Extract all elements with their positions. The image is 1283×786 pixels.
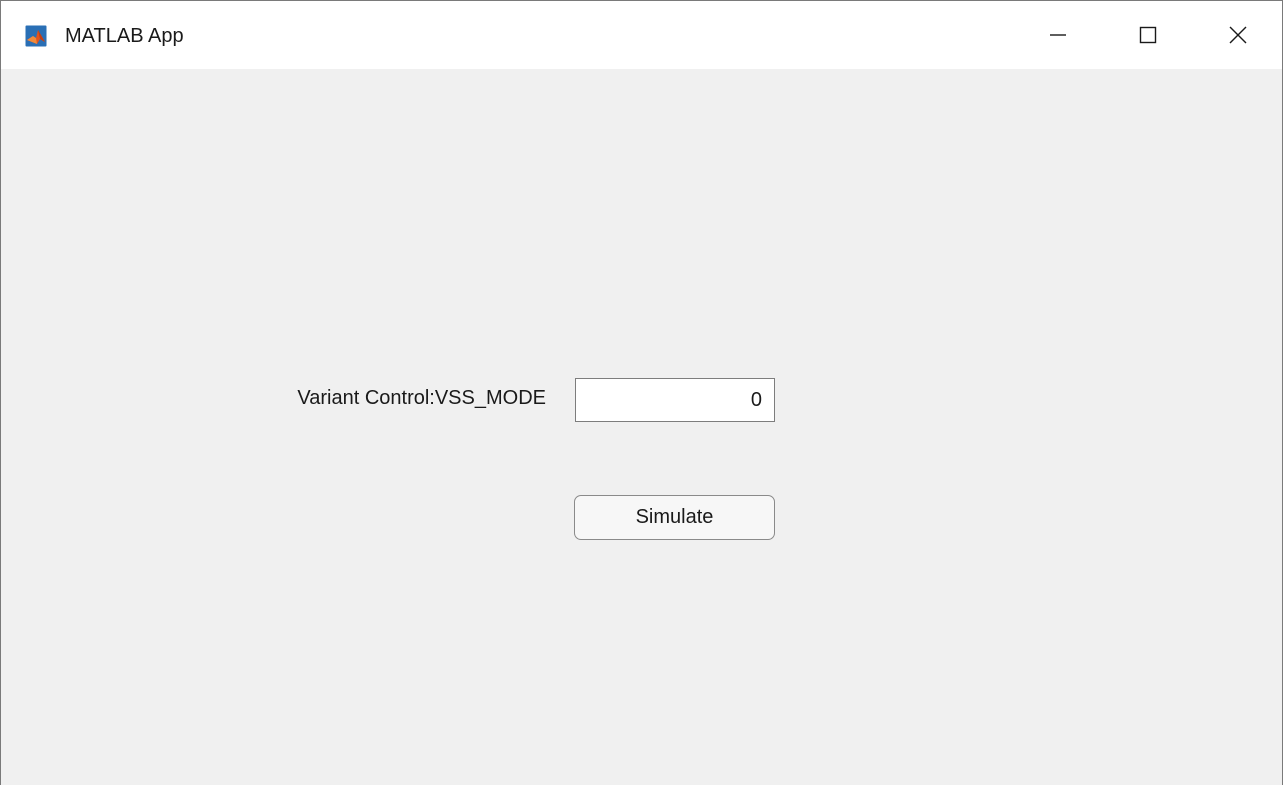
app-window: MATLAB App Variant Control:VSS_MODE 0 Si… [0,0,1283,785]
minimize-button[interactable] [1013,1,1103,69]
matlab-logo-icon [25,25,47,47]
maximize-button[interactable] [1103,1,1193,69]
maximize-icon [1138,25,1158,45]
simulate-button[interactable]: Simulate [574,495,775,540]
close-icon [1228,25,1248,45]
minimize-icon [1048,25,1068,45]
title-bar[interactable]: MATLAB App [1,1,1282,69]
variant-control-label: Variant Control:VSS_MODE [297,387,546,409]
app-content: Variant Control:VSS_MODE Simulate [1,69,1282,785]
variant-control-field[interactable] [575,378,775,422]
window-title: MATLAB App [65,25,184,47]
close-button[interactable] [1193,1,1282,69]
